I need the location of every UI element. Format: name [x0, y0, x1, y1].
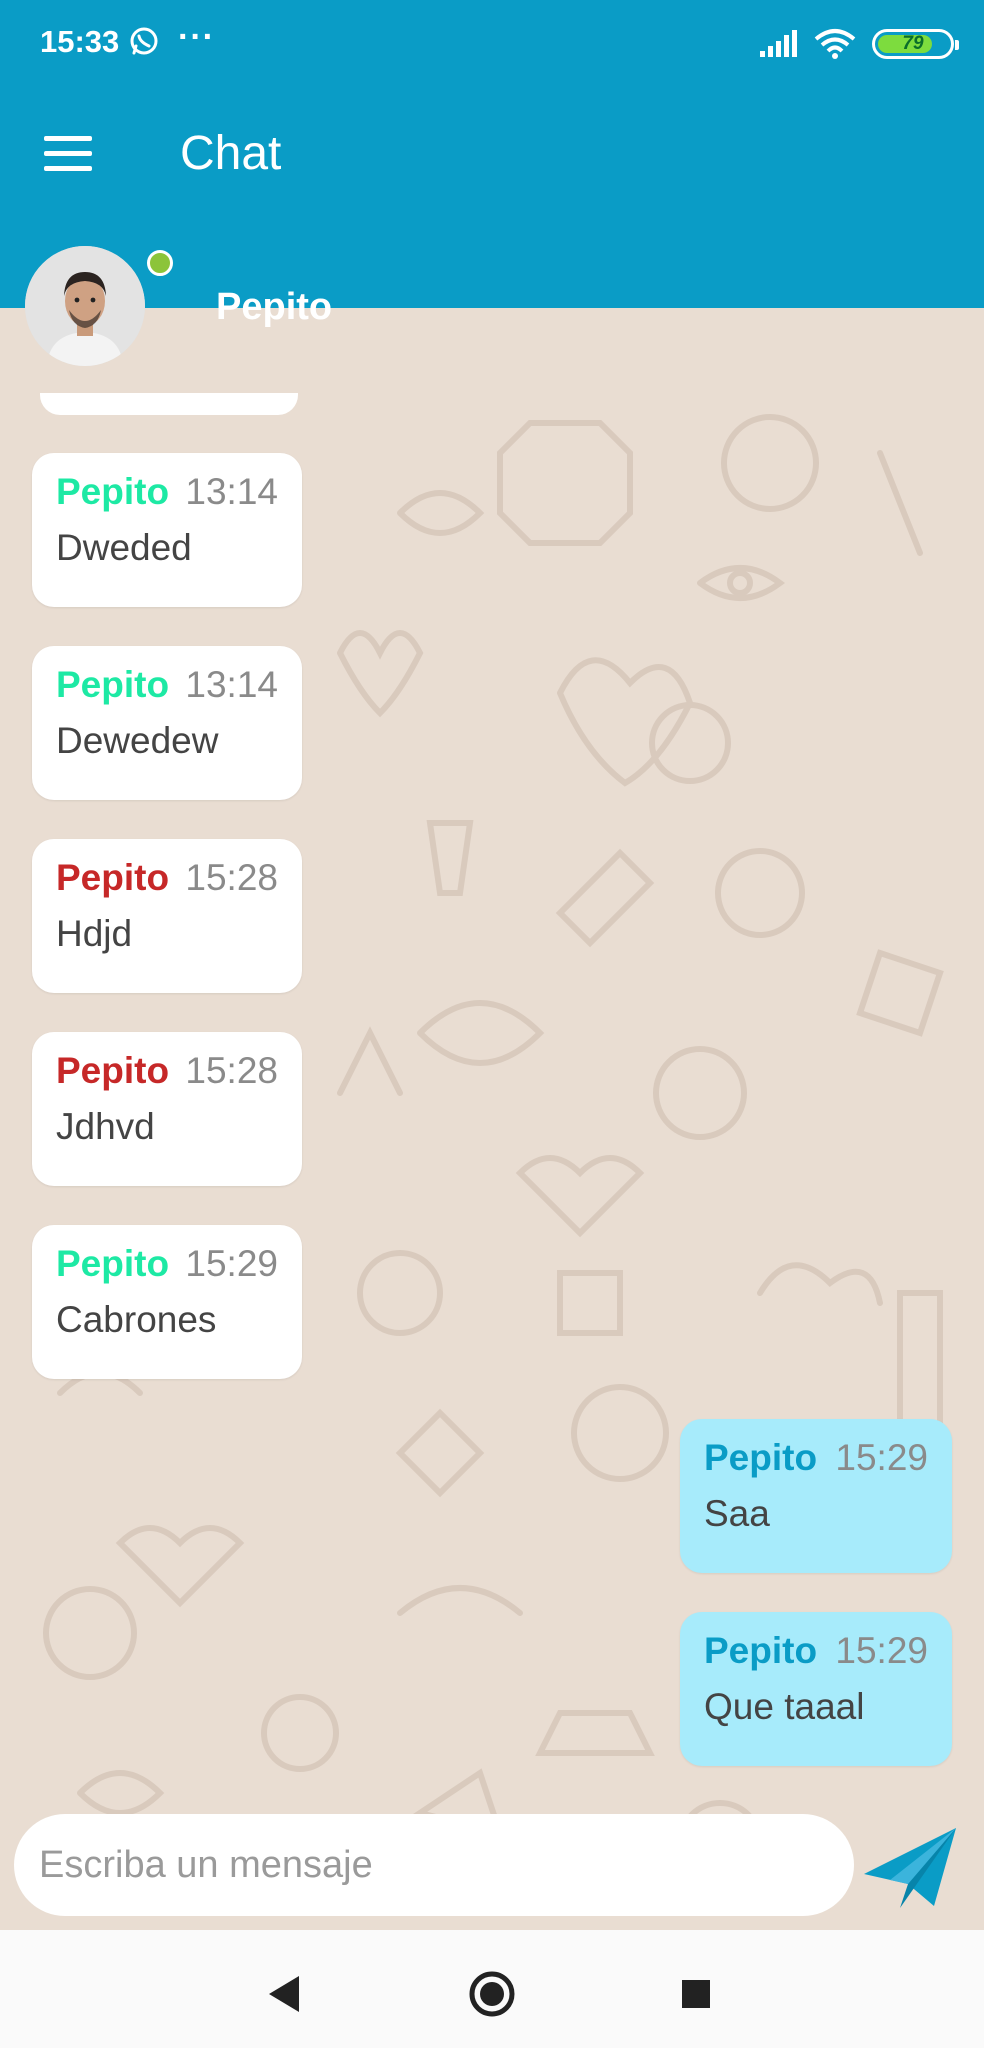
- message-text: Jdhvd: [56, 1106, 155, 1147]
- message-bubble-outgoing[interactable]: Pepito 15:29 Saa: [680, 1419, 952, 1573]
- battery-level: 79: [902, 33, 924, 54]
- message-text: Dewedew: [56, 720, 219, 761]
- message-bubble[interactable]: Pepito 13:14 Dewedew: [32, 646, 302, 800]
- message-bubble[interactable]: Pepito 15:28 Hdjd: [32, 839, 302, 993]
- message-sender: Pepito: [56, 1050, 170, 1091]
- signal-icon: [760, 30, 797, 57]
- partial-message-bubble: [40, 393, 298, 415]
- recents-icon[interactable]: [666, 1964, 726, 2024]
- page-title: Chat: [180, 127, 282, 180]
- message-sender: Pepito: [56, 857, 170, 898]
- message-text: Dweded: [56, 527, 192, 568]
- message-text: Saa: [704, 1493, 770, 1534]
- wifi-icon: [814, 29, 856, 59]
- message-sender: Pepito: [56, 1243, 170, 1284]
- more-dots-icon: ···: [178, 18, 215, 56]
- message-bubble[interactable]: Pepito 15:28 Jdhvd: [32, 1032, 302, 1186]
- message-sender: Pepito: [704, 1630, 818, 1671]
- status-bar: 15:33 ··· 79: [0, 0, 984, 86]
- message-time: 15:29: [185, 1243, 278, 1284]
- message-bubble-outgoing[interactable]: Pepito 15:29 Que taaal: [680, 1612, 952, 1766]
- chat-area[interactable]: Pepito 13:14 Dweded Pepito 13:14 Dewedew…: [0, 393, 984, 1930]
- status-indicators: 79: [758, 24, 959, 64]
- message-time: 13:14: [185, 471, 278, 512]
- message-text: Cabrones: [56, 1299, 217, 1340]
- app-bar: Chat Pepito: [0, 86, 984, 366]
- home-icon[interactable]: [462, 1964, 522, 2024]
- message-sender: Pepito: [56, 471, 170, 512]
- status-time: 15:33: [40, 24, 120, 59]
- message-input[interactable]: [14, 1814, 854, 1916]
- message-bubble[interactable]: Pepito 15:29 Cabrones: [32, 1225, 302, 1379]
- contact-name: Pepito: [216, 286, 333, 328]
- message-sender: Pepito: [56, 664, 170, 705]
- message-sender: Pepito: [704, 1437, 818, 1478]
- message-text: Hdjd: [56, 913, 133, 954]
- message-time: 15:28: [185, 1050, 278, 1091]
- message-time: 15:29: [835, 1630, 928, 1671]
- message-text: Que taaal: [704, 1686, 865, 1727]
- battery-icon: 79: [872, 29, 959, 59]
- message-time: 13:14: [185, 664, 278, 705]
- message-bubble[interactable]: Pepito 13:14 Dweded: [32, 453, 302, 607]
- avatar[interactable]: [25, 246, 145, 366]
- contact-header[interactable]: Pepito: [0, 246, 984, 386]
- system-nav-bar: [0, 1930, 984, 2048]
- menu-icon[interactable]: [44, 134, 94, 174]
- send-icon[interactable]: [860, 1822, 960, 1912]
- composer: [0, 1800, 984, 1930]
- whatsapp-icon: [130, 27, 158, 55]
- avatar-photo: [25, 246, 145, 366]
- message-time: 15:28: [185, 857, 278, 898]
- online-indicator: [147, 250, 173, 276]
- back-icon[interactable]: [255, 1964, 315, 2024]
- message-time: 15:29: [835, 1437, 928, 1478]
